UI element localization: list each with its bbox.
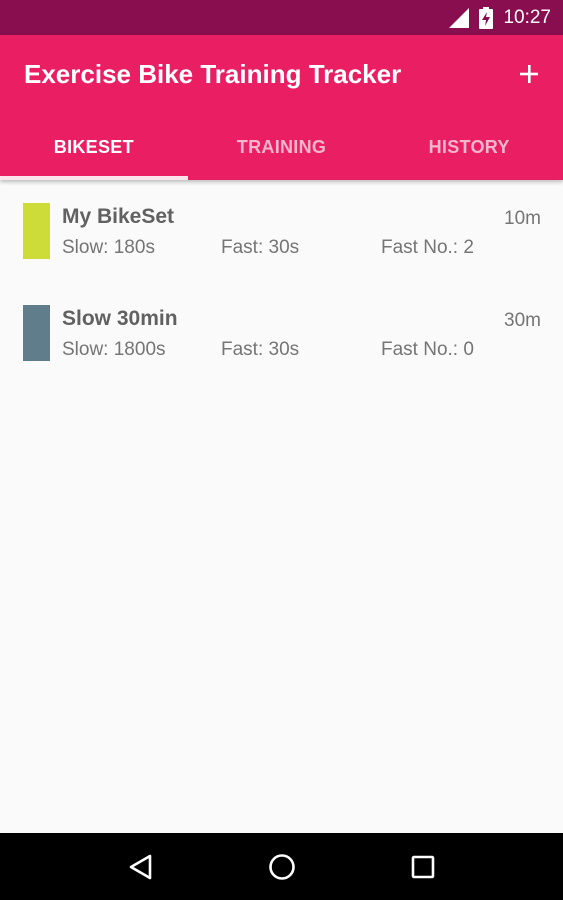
add-bikeset-button[interactable] [513, 57, 545, 91]
bikeset-duration: 10m [504, 208, 541, 229]
plus-icon [520, 65, 538, 83]
status-time: 10:27 [503, 6, 551, 28]
bikeset-slow: Slow: 1800s [62, 339, 166, 360]
app-title: Exercise Bike Training Tracker [24, 59, 402, 89]
tab-bar: BIKESET TRAINING HISTORY [0, 115, 563, 180]
tab-label: TRAINING [236, 137, 327, 157]
bikeset-list: My BikeSet 10m Slow: 180s Fast: 30s Fast… [0, 180, 563, 384]
battery-charging-icon [479, 6, 494, 29]
status-bar: 10:27 [0, 0, 563, 35]
app-bar: Exercise Bike Training Tracker BIKESET T… [0, 35, 563, 180]
recents-button[interactable] [393, 837, 453, 897]
home-icon [268, 853, 295, 880]
list-item[interactable]: My BikeSet 10m Slow: 180s Fast: 30s Fast… [0, 180, 563, 282]
back-icon [129, 854, 151, 879]
tab-bikeset[interactable]: BIKESET [0, 115, 188, 180]
bikeset-fast-count: Fast No.: 2 [381, 237, 474, 258]
color-swatch [23, 203, 50, 259]
tab-label: HISTORY [428, 137, 510, 157]
tab-training[interactable]: TRAINING [188, 115, 376, 180]
tab-label: BIKESET [53, 137, 134, 157]
tab-history[interactable]: HISTORY [375, 115, 563, 180]
bikeset-slow: Slow: 180s [62, 237, 155, 258]
home-button[interactable] [252, 837, 312, 897]
bikeset-fast-count: Fast No.: 0 [381, 339, 474, 360]
list-item[interactable]: Slow 30min 30m Slow: 1800s Fast: 30s Fas… [0, 282, 563, 384]
navigation-bar [0, 833, 563, 900]
bikeset-fast: Fast: 30s [221, 237, 300, 258]
signal-icon [449, 7, 470, 28]
bikeset-fast: Fast: 30s [221, 339, 300, 360]
recents-icon [411, 855, 434, 878]
color-swatch [23, 305, 50, 361]
bikeset-duration: 30m [504, 310, 541, 331]
back-button[interactable] [111, 837, 171, 897]
bikeset-name: My BikeSet [62, 205, 175, 228]
bikeset-name: Slow 30min [62, 307, 178, 330]
